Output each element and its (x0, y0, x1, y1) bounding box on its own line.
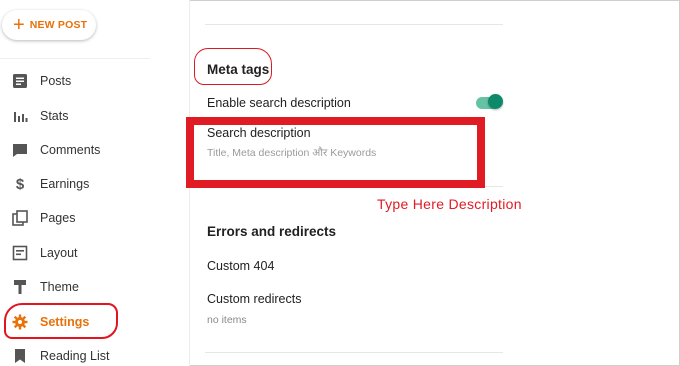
sidebar-item-comments[interactable]: Comments (0, 135, 150, 165)
section-divider (485, 186, 503, 187)
sidebar-item-stats[interactable]: Stats (0, 101, 150, 131)
section-divider (205, 352, 503, 353)
enable-search-description-toggle[interactable] (476, 94, 503, 109)
errors-and-redirects-heading: Errors and redirects (207, 224, 337, 239)
posts-icon (11, 72, 29, 90)
earnings-icon: $ (15, 175, 25, 193)
sidebar: + NEW POST Posts Stats Comments $ Earnin… (0, 0, 190, 366)
annotation-text: Type Here Description (377, 196, 522, 212)
custom-redirects-setting[interactable]: Custom redirects (207, 292, 301, 306)
sidebar-item-label: Reading List (40, 349, 110, 363)
toggle-knob (488, 94, 503, 109)
sidebar-item-pages[interactable]: Pages (0, 203, 150, 233)
sidebar-item-earnings[interactable]: $ Earnings (0, 169, 150, 199)
search-description-label: Search description (207, 126, 311, 140)
sidebar-item-reading-list[interactable]: Reading List (0, 341, 150, 366)
sidebar-item-label: Earnings (40, 177, 90, 191)
sidebar-item-theme[interactable]: Theme (0, 272, 150, 302)
sidebar-item-label: Settings (40, 315, 90, 329)
sidebar-item-label: Stats (40, 109, 69, 123)
sidebar-item-layout[interactable]: Layout (0, 238, 150, 268)
custom-404-setting[interactable]: Custom 404 (207, 259, 274, 273)
search-description-placeholder: Title, Meta description और Keywords (207, 147, 377, 159)
layout-icon (11, 244, 29, 262)
pages-icon (11, 209, 29, 227)
custom-redirects-value: no items (207, 314, 247, 326)
plus-icon: + (13, 14, 25, 36)
sidebar-divider (0, 58, 150, 59)
section-divider (205, 24, 503, 25)
sidebar-item-settings[interactable]: Settings (0, 307, 150, 337)
sidebar-item-label: Comments (40, 143, 101, 157)
sidebar-item-label: Theme (40, 280, 79, 294)
meta-tags-heading: Meta tags (207, 62, 270, 77)
sidebar-item-posts[interactable]: Posts (0, 66, 150, 96)
new-post-label: NEW POST (29, 19, 88, 31)
gear-icon (11, 313, 29, 331)
comments-icon (11, 141, 29, 159)
new-post-button[interactable]: + NEW POST (2, 10, 96, 40)
sidebar-item-label: Layout (40, 246, 78, 260)
enable-search-description-label: Enable search description (207, 96, 351, 110)
theme-icon (11, 278, 29, 296)
sidebar-item-label: Posts (40, 74, 72, 88)
bookmark-icon (11, 347, 29, 365)
sidebar-item-label: Pages (40, 211, 76, 225)
stats-icon (11, 107, 29, 125)
search-description-field[interactable]: Search description Title, Meta descripti… (186, 117, 485, 188)
